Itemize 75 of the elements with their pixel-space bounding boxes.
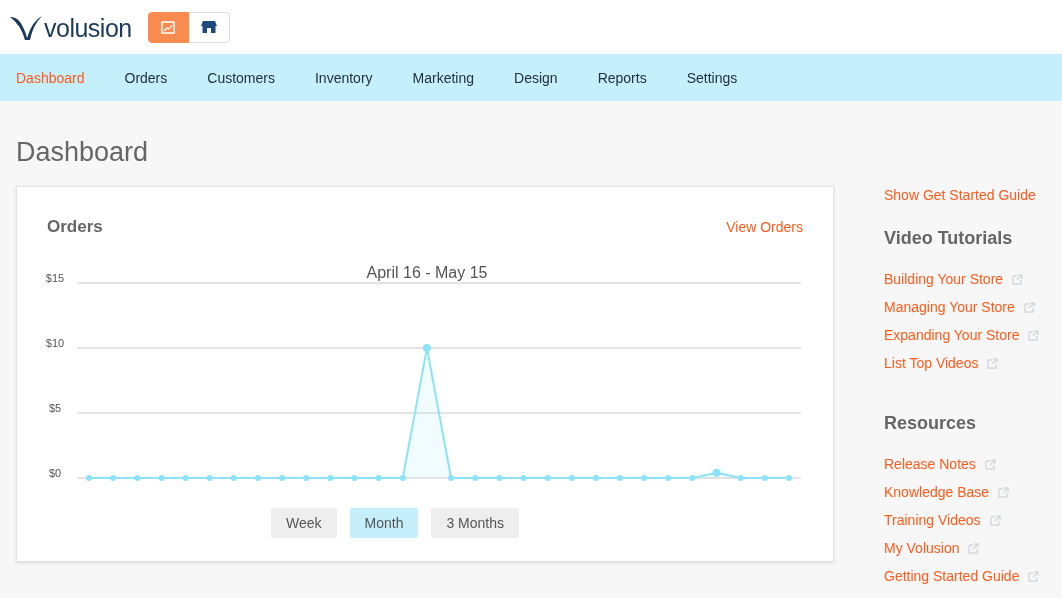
data-point <box>496 475 503 481</box>
resource-link[interactable]: Expanding Your Store <box>884 327 1020 343</box>
data-point <box>86 475 92 481</box>
logo-text: volusion <box>44 15 132 41</box>
resource-link[interactable]: Training Videos <box>884 512 981 528</box>
y-axis-label: $15 <box>45 272 65 284</box>
data-point <box>422 344 431 352</box>
y-axis-label: $0 <box>48 467 62 479</box>
data-point <box>351 475 358 481</box>
external-link-icon <box>1023 301 1035 313</box>
external-link-icon <box>989 514 1001 526</box>
data-point <box>592 475 599 481</box>
data-point <box>134 475 141 481</box>
chart-title: April 16 - May 15 <box>366 264 488 281</box>
external-link-icon <box>984 458 996 470</box>
range-button[interactable]: Week <box>270 508 337 538</box>
data-point <box>448 475 455 481</box>
chart-icon <box>161 20 176 34</box>
data-point <box>110 475 117 481</box>
data-point <box>568 475 575 481</box>
resource-link[interactable]: Getting Started Guide <box>884 568 1020 584</box>
section-heading: Video Tutorials <box>884 228 1014 249</box>
nav-tab[interactable]: Design <box>514 69 558 86</box>
data-point <box>399 475 406 481</box>
storefront-icon <box>201 20 218 34</box>
data-point <box>279 475 286 481</box>
page-title: Dashboard <box>16 137 150 168</box>
data-point <box>520 475 527 481</box>
data-point <box>641 475 648 481</box>
external-link-icon <box>968 542 980 554</box>
range-button[interactable]: 3 Months <box>431 508 520 538</box>
data-point <box>737 475 744 481</box>
data-point <box>544 475 551 481</box>
card-title: Orders <box>47 217 103 237</box>
data-point <box>761 475 768 481</box>
store-view-button[interactable] <box>188 11 230 43</box>
resource-link[interactable]: Building Your Store <box>884 271 1004 287</box>
data-point <box>472 475 479 481</box>
logo-mark-icon <box>8 13 44 41</box>
nav-tab[interactable]: Settings <box>686 69 738 86</box>
data-point <box>254 475 261 481</box>
view-orders-link[interactable]: View Orders <box>726 219 803 235</box>
resource-link[interactable]: Knowledge Base <box>884 484 990 500</box>
y-axis-label: $10 <box>45 337 65 349</box>
external-link-icon <box>1012 273 1024 285</box>
external-link-icon <box>1028 329 1040 341</box>
data-point <box>158 475 165 481</box>
nav-tab[interactable]: Customers <box>207 69 275 86</box>
data-point <box>230 475 237 481</box>
nav-tab[interactable]: Reports <box>597 69 647 86</box>
data-point <box>712 468 721 477</box>
data-point <box>303 475 310 481</box>
data-point <box>665 475 672 481</box>
resource-link[interactable]: Managing Your Store <box>884 299 1015 315</box>
data-point <box>375 475 382 481</box>
guide-link[interactable]: Show Get Started Guide <box>884 187 1036 203</box>
nav-tab[interactable]: Inventory <box>315 69 373 86</box>
external-link-icon <box>1028 570 1040 582</box>
range-button[interactable]: Month <box>349 508 419 538</box>
external-link-icon <box>987 357 999 369</box>
nav-tab[interactable]: Dashboard <box>16 69 85 86</box>
data-point <box>327 475 334 481</box>
resource-link[interactable]: List Top Videos <box>884 355 979 371</box>
data-point <box>617 475 624 481</box>
external-link-icon <box>998 486 1010 498</box>
data-point <box>689 475 696 481</box>
data-point <box>206 475 213 481</box>
section-heading: Resources <box>884 413 978 434</box>
resource-link[interactable]: Release Notes <box>884 456 976 472</box>
nav-tab[interactable]: Marketing <box>412 69 475 86</box>
resource-link[interactable]: My Volusion <box>884 540 960 556</box>
nav-tab[interactable]: Orders <box>124 69 168 86</box>
y-axis-label: $5 <box>48 402 62 414</box>
data-point <box>182 475 189 481</box>
data-point <box>786 475 792 481</box>
